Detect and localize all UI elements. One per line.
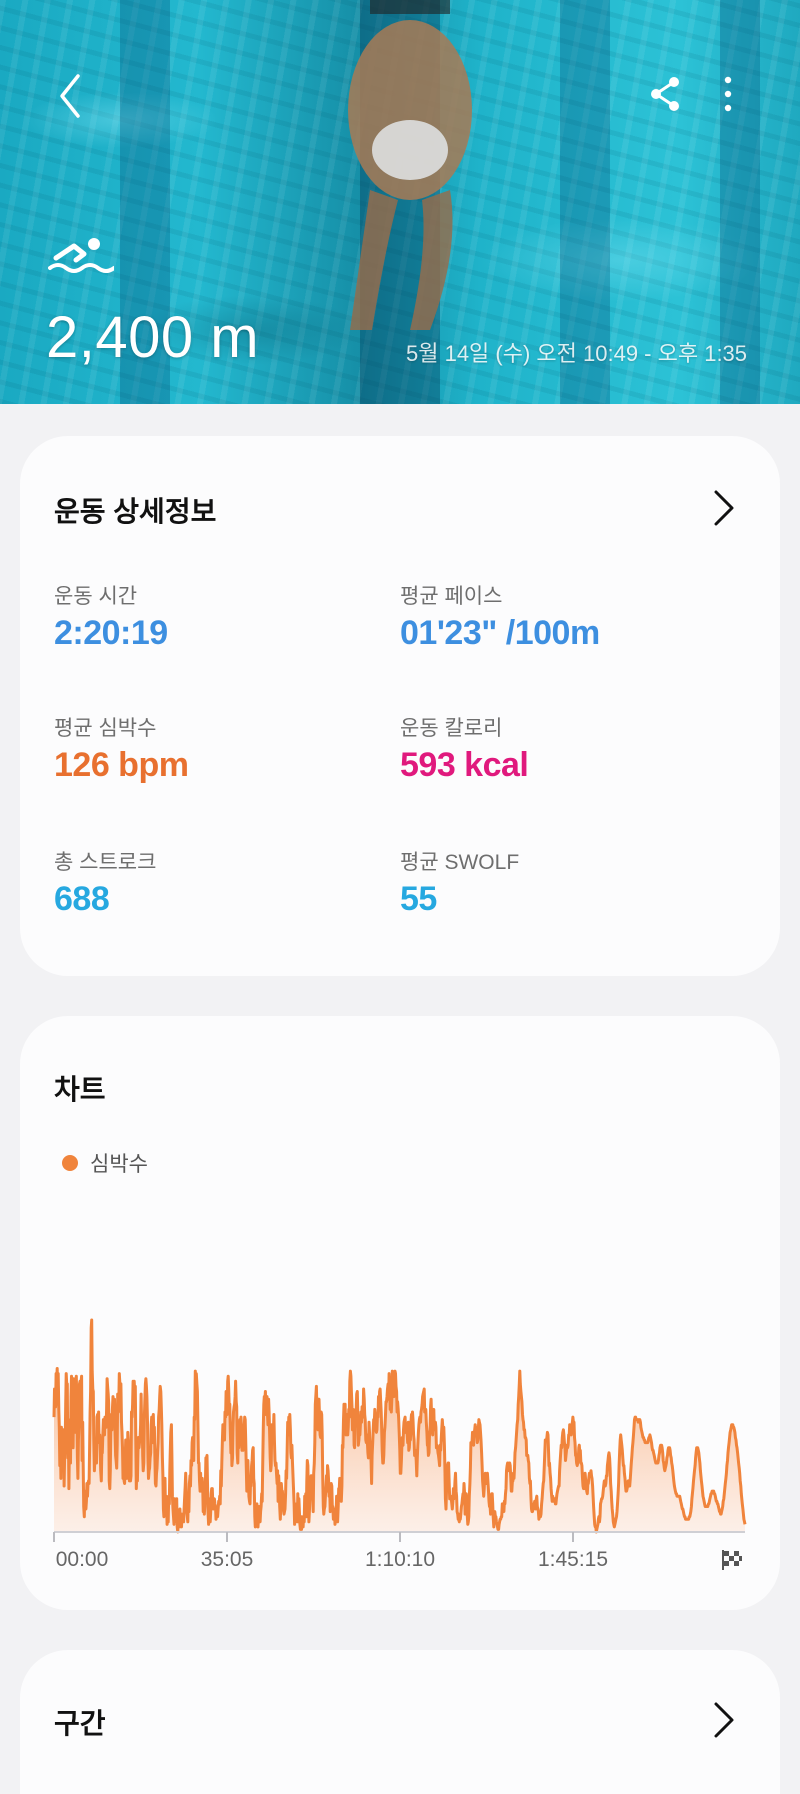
details-chevron-right-icon[interactable]: [712, 488, 736, 528]
chart-legend: 심박수: [62, 1148, 148, 1178]
stat-value-avg-heart-rate: 126 bpm: [54, 746, 189, 784]
workout-hero: 2,400 m 5월 14일 (수) 오전 10:49 - 오후 1:35: [0, 0, 800, 404]
stat-label-calories: 운동 칼로리: [400, 717, 503, 740]
stat-label-avg-heart-rate: 평균 심박수: [54, 717, 157, 740]
more-vertical-icon[interactable]: [718, 74, 738, 114]
stat-value-avg-pace: 01'23" /100m: [400, 614, 600, 652]
chart-title: 차트: [54, 1074, 106, 1105]
legend-dot-heart-rate: [62, 1155, 78, 1171]
stat-value-duration: 2:20:19: [54, 614, 168, 652]
checkered-flag-icon: [722, 1550, 742, 1570]
legend-label-heart-rate: 심박수: [90, 1153, 148, 1176]
chart-card: [20, 1016, 780, 1610]
intervals-chevron-right-icon[interactable]: [712, 1700, 736, 1740]
stat-label-duration: 운동 시간: [54, 585, 138, 608]
stat-label-total-strokes: 총 스트로크: [54, 851, 157, 874]
intervals-title: 구간: [54, 1708, 106, 1739]
back-arrow-icon[interactable]: [52, 70, 92, 122]
stat-label-avg-swolf: 평균 SWOLF: [400, 851, 520, 874]
x-tick-label: 00:00: [55, 1548, 109, 1571]
stat-value-calories: 593 kcal: [400, 746, 529, 784]
x-tick-label: 1:45:15: [537, 1548, 609, 1571]
stat-value-total-strokes: 688: [54, 880, 110, 918]
workout-date-range: 5월 14일 (수) 오전 10:49 - 오후 1:35: [406, 341, 748, 366]
x-tick-label: 35:05: [200, 1548, 254, 1571]
stat-label-avg-pace: 평균 페이스: [400, 585, 503, 608]
details-title: 운동 상세정보: [54, 496, 217, 527]
total-distance: 2,400 m: [46, 305, 260, 370]
stat-value-avg-swolf: 55: [400, 880, 437, 918]
intervals-card[interactable]: [20, 1650, 780, 1794]
x-tick-label: 1:10:10: [364, 1548, 436, 1571]
swimming-icon: [48, 238, 114, 273]
share-icon[interactable]: [646, 74, 686, 114]
